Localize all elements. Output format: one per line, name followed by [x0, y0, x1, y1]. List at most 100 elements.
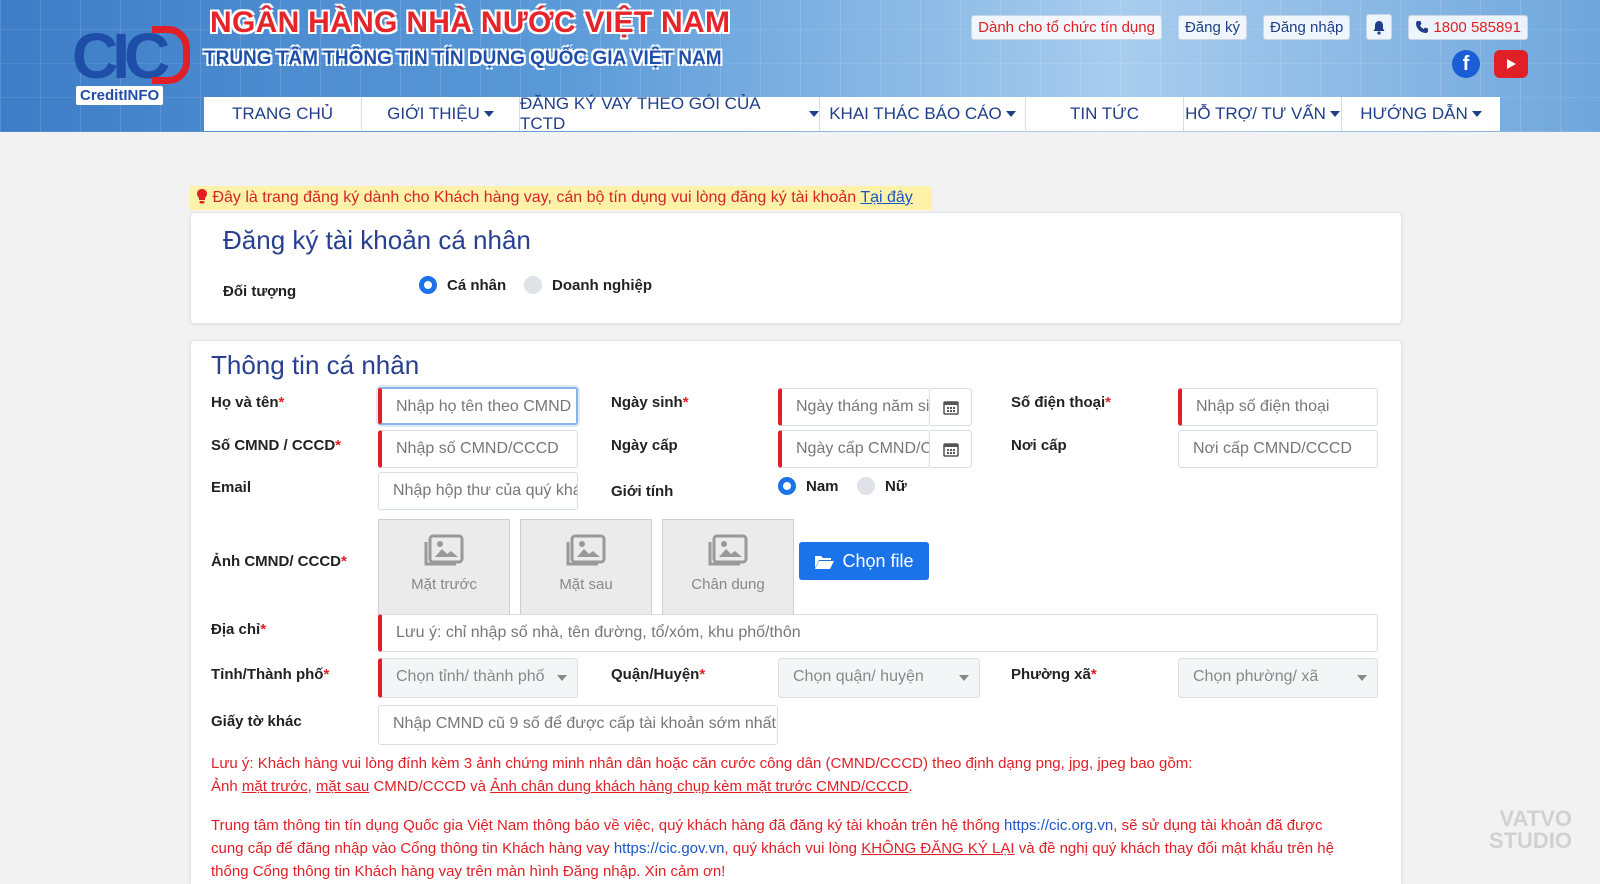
email-input[interactable]: Nhập hộp thư của quý khách — [378, 472, 578, 510]
caret-down-icon — [809, 111, 819, 117]
dob-input[interactable]: Ngày tháng năm sinh — [778, 388, 930, 426]
account-migration-note: Trung tâm thông tin tín dụng Quốc gia Vi… — [211, 814, 1391, 883]
nav-home[interactable]: TRANG CHỦ — [204, 97, 362, 131]
radio-checked-icon — [419, 276, 437, 294]
nav-news[interactable]: TIN TỨC — [1026, 97, 1184, 131]
caret-down-icon — [1471, 111, 1482, 117]
chevron-down-icon — [959, 675, 969, 681]
youtube-icon[interactable] — [1494, 50, 1528, 78]
chevron-down-icon — [557, 675, 567, 681]
district-label: Quận/Huyện* — [611, 666, 706, 683]
calendar-icon[interactable] — [930, 430, 972, 468]
note-line: Trung tâm thông tin tín dụng Quốc gia Vi… — [211, 817, 1323, 834]
issue-place-label: Nơi cấp — [1011, 437, 1067, 454]
hotline-number: 1800 585891 — [1433, 18, 1521, 36]
nav-label: TIN TỨC — [1070, 104, 1139, 123]
radio-label: Doanh nghiệp — [552, 276, 652, 294]
site-header: CIC CreditINFO NGÂN HÀNG NHÀ NƯỚC VIỆT N… — [0, 0, 1600, 132]
choose-file-button[interactable]: Chọn file — [799, 542, 929, 580]
photo-caption: Mặt sau — [559, 576, 613, 593]
nav-label: KHAI THÁC BÁO CÁO — [829, 104, 1002, 123]
select-value: Chọn quận/ huyện — [793, 668, 924, 685]
caret-down-icon — [1005, 111, 1016, 117]
select-value: Chọn tỉnh/ thành phố — [396, 668, 545, 685]
top-links: Dành cho tổ chức tín dụng Đăng ký Đăng n… — [971, 14, 1528, 40]
subject-label: Đối tượng — [223, 283, 297, 300]
hotline-link[interactable]: 1800 585891 — [1408, 14, 1528, 40]
image-icon — [424, 534, 464, 566]
dob-label: Ngày sinh* — [611, 394, 689, 411]
photo-requirement-note: Lưu ý: Khách hàng vui lòng đính kèm 3 ản… — [211, 752, 1391, 798]
cic-logo[interactable]: CIC CreditINFO — [72, 20, 192, 110]
calendar-icon[interactable] — [930, 388, 972, 426]
photo-caption: Mặt trước — [411, 576, 477, 593]
logo-text: CIC — [72, 20, 170, 92]
nav-label: TRANG CHỦ — [231, 104, 334, 123]
chevron-down-icon — [1357, 675, 1367, 681]
province-select[interactable]: Chọn tỉnh/ thành phố — [378, 658, 578, 698]
phone-label: Số điện thoại* — [1011, 394, 1112, 411]
nav-label: HỖ TRỢ/ TƯ VẤN — [1185, 104, 1326, 123]
credit-orgs-link[interactable]: Dành cho tổ chức tín dụng — [971, 14, 1162, 40]
facebook-icon[interactable]: f — [1452, 50, 1480, 78]
image-icon — [566, 534, 606, 566]
ward-select[interactable]: Chọn phường/ xã — [1178, 658, 1378, 698]
radio-individual[interactable]: Cá nhân — [419, 276, 506, 294]
image-icon — [708, 534, 748, 566]
radio-unchecked-icon — [857, 477, 875, 495]
folder-open-icon — [815, 555, 835, 569]
phone-input[interactable]: Nhập số điện thoại — [1178, 388, 1378, 426]
other-doc-label: Giấy tờ khác — [211, 713, 302, 730]
site-title: NGÂN HÀNG NHÀ NƯỚC VIỆT NAM — [210, 6, 731, 39]
logo-b-shape — [152, 26, 190, 84]
radio-checked-icon — [778, 477, 796, 495]
button-label: Chọn file — [842, 550, 914, 571]
address-input[interactable]: Lưu ý: chỉ nhập số nhà, tên đường, tổ/xó… — [378, 614, 1378, 652]
address-label: Địa chỉ* — [211, 621, 267, 638]
select-value: Chọn phường/ xã — [1193, 668, 1319, 685]
photo-caption: Chân dung — [691, 576, 765, 593]
notice-link[interactable]: Tại đây — [860, 189, 912, 206]
email-label: Email — [211, 479, 252, 496]
loan-officer-notice: Đây là trang đăng ký dành cho Khách hàng… — [190, 186, 932, 210]
gender-label: Giới tính — [611, 483, 674, 500]
register-link[interactable]: Đăng ký — [1177, 14, 1247, 40]
cic-gov-link[interactable]: https://cic.gov.vn — [614, 840, 725, 857]
issue-place-input[interactable]: Nơi cấp CMND/CCCD — [1178, 430, 1378, 468]
ward-label: Phường xã* — [1011, 666, 1097, 683]
nav-label: GIỚI THIỆU — [387, 104, 480, 123]
section-title: Thông tin cá nhân — [211, 350, 420, 380]
nav-about[interactable]: GIỚI THIỆU — [362, 97, 520, 131]
radio-unchecked-icon — [524, 276, 542, 294]
nav-support[interactable]: HỖ TRỢ/ TƯ VẤN — [1184, 97, 1342, 131]
fullname-label: Họ và tên* — [211, 394, 285, 411]
nav-loan-register[interactable]: ĐĂNG KÝ VAY THEO GÓI CỦA TCTD — [520, 94, 820, 132]
note-line: Ảnh mặt trước, mặt sau CMND/CCCD và Ảnh … — [211, 778, 913, 795]
login-link[interactable]: Đăng nhập — [1263, 14, 1351, 40]
cic-org-link[interactable]: https://cic.org.vn — [1004, 817, 1113, 834]
radio-female[interactable]: Nữ — [857, 477, 907, 495]
nav-guide[interactable]: HƯỚNG DẪN — [1342, 97, 1500, 131]
radio-label: Nam — [806, 477, 839, 495]
logo-subtext: CreditINFO — [76, 86, 164, 105]
watermark: VATVO STUDIO — [1488, 806, 1572, 853]
radio-male[interactable]: Nam — [778, 477, 839, 495]
id-number-input[interactable]: Nhập số CMND/CCCD — [378, 430, 578, 468]
issue-date-input[interactable]: Ngày cấp CMND/CCCD — [778, 430, 930, 468]
phone-icon — [1416, 21, 1429, 33]
social-links: f — [1452, 50, 1528, 78]
id-photo-label: Ảnh CMND/ CCCD* — [211, 553, 347, 570]
note-line: Lưu ý: Khách hàng vui lòng đính kèm 3 ản… — [211, 755, 1193, 772]
caret-down-icon — [483, 111, 494, 117]
radio-enterprise[interactable]: Doanh nghiệp — [524, 276, 652, 294]
main-nav: TRANG CHỦ GIỚI THIỆU ĐĂNG KÝ VAY THEO GÓ… — [204, 94, 1500, 132]
radio-label: Cá nhân — [447, 276, 507, 294]
lightbulb-icon — [197, 189, 207, 204]
fullname-input[interactable]: Nhập họ tên theo CMND — [378, 387, 578, 425]
nav-reports[interactable]: KHAI THÁC BÁO CÁO — [820, 97, 1026, 131]
nav-label: ĐĂNG KÝ VAY THEO GÓI CỦA TCTD — [520, 94, 760, 132]
other-doc-input[interactable]: Nhập CMND cũ 9 số để được cấp tài khoản … — [378, 705, 778, 745]
notification-bell-icon[interactable] — [1366, 14, 1393, 40]
district-select[interactable]: Chọn quận/ huyện — [778, 658, 980, 698]
account-type-card: Đăng ký tài khoản cá nhân Đối tượng Cá n… — [190, 212, 1402, 324]
